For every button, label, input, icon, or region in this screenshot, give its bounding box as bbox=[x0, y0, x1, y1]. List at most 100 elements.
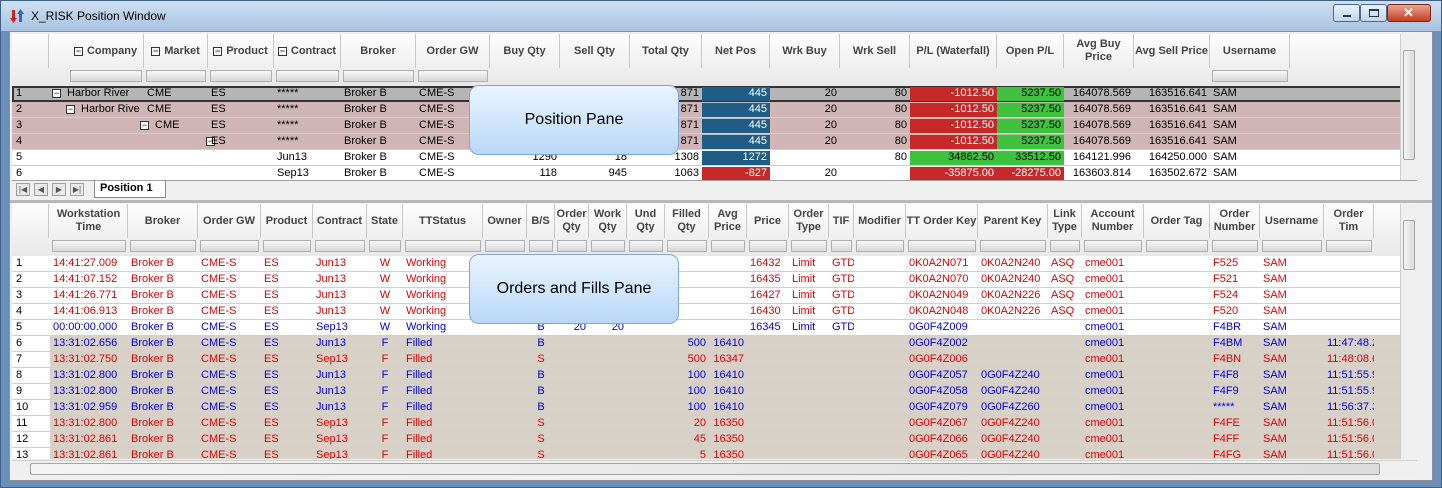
position-filter-order-gw[interactable] bbox=[418, 70, 488, 82]
orders-header-account-number[interactable]: Account Number bbox=[1082, 204, 1144, 238]
minimize-button[interactable] bbox=[1333, 4, 1360, 22]
orders-header-b-s[interactable]: B/S bbox=[527, 204, 555, 238]
order-row[interactable]: 2 14:41:07.152 Broker B CME-S ES Jun13 W Workin… bbox=[12, 272, 1417, 288]
collapse-row-icon[interactable]: − bbox=[140, 121, 149, 130]
orders-filter-order-tag[interactable] bbox=[1146, 240, 1208, 252]
position-filter-product[interactable] bbox=[210, 70, 272, 82]
position-row[interactable]: 2− Harbor Rive CME ES ***** Broker B CME-S 871 4… bbox=[12, 102, 1417, 118]
orders-filter-filled-qty[interactable] bbox=[667, 240, 707, 252]
order-row[interactable]: 8 13:31:02.800 Broker B CME-S ES Jun13 F Filled… bbox=[12, 368, 1417, 384]
position-vertical-scrollbar[interactable] bbox=[1400, 34, 1417, 180]
maximize-button[interactable] bbox=[1360, 4, 1387, 22]
orders-filter-price[interactable] bbox=[749, 240, 787, 252]
orders-header-order-tag[interactable]: Order Tag bbox=[1144, 204, 1210, 238]
orders-header-work-qty[interactable]: Work Qty bbox=[589, 204, 627, 238]
position-filter-broker[interactable] bbox=[343, 70, 414, 82]
orders-filter-order-gw[interactable] bbox=[200, 240, 259, 252]
orders-filter-work-qty[interactable] bbox=[591, 240, 625, 252]
orders-filter-und-qty[interactable] bbox=[629, 240, 663, 252]
order-row[interactable]: 12 13:31:02.861 Broker B CME-S ES Sep13 F Fille… bbox=[12, 432, 1417, 448]
orders-filter-owner[interactable] bbox=[485, 240, 525, 252]
collapse-group-icon[interactable]: − bbox=[277, 46, 287, 56]
position-header-avg-buy-price[interactable]: Avg Buy Price bbox=[1064, 34, 1134, 68]
orders-filter-tt-order-key[interactable] bbox=[908, 240, 976, 252]
orders-filter-modifier[interactable] bbox=[856, 240, 904, 252]
orders-filter-username[interactable] bbox=[1262, 240, 1322, 252]
order-row[interactable]: 5 00:00:00.000 Broker B CME-S ES Sep13 W Workin… bbox=[12, 320, 1417, 336]
position-row[interactable]: 1− Harbor River CME ES ***** Broker B CME-S 871… bbox=[12, 86, 1417, 102]
orders-header-und-qty[interactable]: Und Qty bbox=[627, 204, 665, 238]
position-header-p-l-waterfall[interactable]: P/L (Waterfall) bbox=[910, 34, 997, 68]
position-header-open-p-l[interactable]: Open P/L bbox=[997, 34, 1064, 68]
orders-header-link-type[interactable]: Link Type bbox=[1048, 204, 1082, 238]
orders-filter-order-qty[interactable] bbox=[557, 240, 587, 252]
orders-filter-order-tim[interactable] bbox=[1326, 240, 1372, 252]
orders-header-order-tim[interactable]: Order Tim bbox=[1324, 204, 1374, 238]
position-header-total-qty[interactable]: Total Qty bbox=[630, 34, 702, 68]
position-header-product[interactable]: − Product bbox=[208, 34, 274, 68]
orders-filter-state[interactable] bbox=[369, 240, 401, 252]
position-row[interactable]: 3− CME ES ***** Broker B CME-S 871 445 20 80 -1012… bbox=[12, 118, 1417, 134]
orders-filter-contract[interactable] bbox=[315, 240, 365, 252]
orders-horizontal-scrollbar[interactable] bbox=[12, 460, 1417, 477]
pane-splitter[interactable] bbox=[10, 200, 1432, 203]
orders-header-username[interactable]: Username bbox=[1260, 204, 1324, 238]
position-header-wrk-sell[interactable]: Wrk Sell bbox=[840, 34, 910, 68]
orders-filter-order-type[interactable] bbox=[791, 240, 827, 252]
orders-header-tif[interactable]: TIF bbox=[829, 204, 854, 238]
position-header-avg-sell-price[interactable]: Avg Sell Price bbox=[1134, 34, 1210, 68]
title-bar[interactable]: X_RISK Position Window ✕ bbox=[1, 1, 1441, 31]
tab-prev-icon[interactable]: ◀ bbox=[34, 183, 48, 196]
orders-header-state[interactable]: State bbox=[367, 204, 403, 238]
orders-filter-product[interactable] bbox=[263, 240, 311, 252]
orders-header-contract[interactable]: Contract bbox=[313, 204, 367, 238]
collapse-group-icon[interactable]: − bbox=[73, 46, 83, 56]
orders-filter-b-s[interactable] bbox=[529, 240, 553, 252]
orders-filter-workstation-time[interactable] bbox=[52, 240, 126, 252]
order-row[interactable]: 11 13:31:02.800 Broker B CME-S ES Sep13 F Fille… bbox=[12, 416, 1417, 432]
orders-header-filled-qty[interactable]: Filled Qty bbox=[665, 204, 709, 238]
position-header-broker[interactable]: Broker bbox=[341, 34, 416, 68]
position-filter-market[interactable] bbox=[146, 70, 206, 82]
orders-header-modifier[interactable]: Modifier bbox=[854, 204, 906, 238]
orders-filter-order-number[interactable] bbox=[1212, 240, 1258, 252]
collapse-group-icon[interactable]: − bbox=[213, 46, 223, 56]
horizontal-scroll-thumb[interactable] bbox=[30, 463, 1380, 475]
orders-filter-parent-key[interactable] bbox=[980, 240, 1046, 252]
orders-vertical-scrollbar[interactable] bbox=[1400, 204, 1417, 459]
tab-position-1[interactable]: Position 1 bbox=[94, 181, 166, 198]
orders-header-order-qty[interactable]: Order Qty bbox=[555, 204, 589, 238]
position-header-sell-qty[interactable]: Sell Qty bbox=[560, 34, 630, 68]
tab-first-icon[interactable]: |◀ bbox=[16, 183, 30, 196]
position-filter-username[interactable] bbox=[1212, 70, 1288, 82]
tab-next-icon[interactable]: ▶ bbox=[52, 183, 66, 196]
orders-header-broker[interactable]: Broker bbox=[128, 204, 198, 238]
position-header-contract[interactable]: − Contract bbox=[274, 34, 341, 68]
order-row[interactable]: 1 14:41:27.009 Broker B CME-S ES Jun13 W Workin… bbox=[12, 256, 1417, 272]
position-header-market[interactable]: − Market bbox=[144, 34, 208, 68]
position-filter-contract[interactable] bbox=[276, 70, 339, 82]
order-row[interactable]: 3 14:41:26.771 Broker B CME-S ES Jun13 W Workin… bbox=[12, 288, 1417, 304]
orders-filter-ttstatus[interactable] bbox=[405, 240, 481, 252]
orders-filter-tif[interactable] bbox=[831, 240, 852, 252]
orders-header-order-type[interactable]: Order Type bbox=[789, 204, 829, 238]
position-header-order-gw[interactable]: Order GW bbox=[416, 34, 490, 68]
orders-header-owner[interactable]: Owner bbox=[483, 204, 527, 238]
orders-filter-account-number[interactable] bbox=[1084, 240, 1142, 252]
collapse-row-icon[interactable]: − bbox=[66, 105, 75, 114]
order-row[interactable]: 10 13:31:02.959 Broker B CME-S ES Jun13 F Fille… bbox=[12, 400, 1417, 416]
order-row[interactable]: 7 13:31:02.750 Broker B CME-S ES Sep13 F Filled… bbox=[12, 352, 1417, 368]
tab-last-icon[interactable]: ▶| bbox=[70, 183, 84, 196]
position-header-username[interactable]: Username bbox=[1210, 34, 1290, 68]
order-row[interactable]: 13 13:31:02.861 Broker B CME-S ES Sep13 F Fille… bbox=[12, 448, 1417, 459]
orders-filter-broker[interactable] bbox=[130, 240, 196, 252]
orders-header-avg-price[interactable]: Avg Price bbox=[709, 204, 747, 238]
orders-header-workstation-time[interactable]: Workstation Time bbox=[50, 204, 128, 238]
position-row[interactable]: 6 Sep13 Broker B CME-S 118 945 1063 -827 20 -3587… bbox=[12, 166, 1417, 180]
position-header-company[interactable]: − Company bbox=[68, 34, 144, 68]
orders-filter-link-type[interactable] bbox=[1050, 240, 1080, 252]
order-row[interactable]: 9 13:31:02.800 Broker B CME-S ES Jun13 F Filled… bbox=[12, 384, 1417, 400]
orders-header-product[interactable]: Product bbox=[261, 204, 313, 238]
orders-header-order-gw[interactable]: Order GW bbox=[198, 204, 261, 238]
orders-header-price[interactable]: Price bbox=[747, 204, 789, 238]
